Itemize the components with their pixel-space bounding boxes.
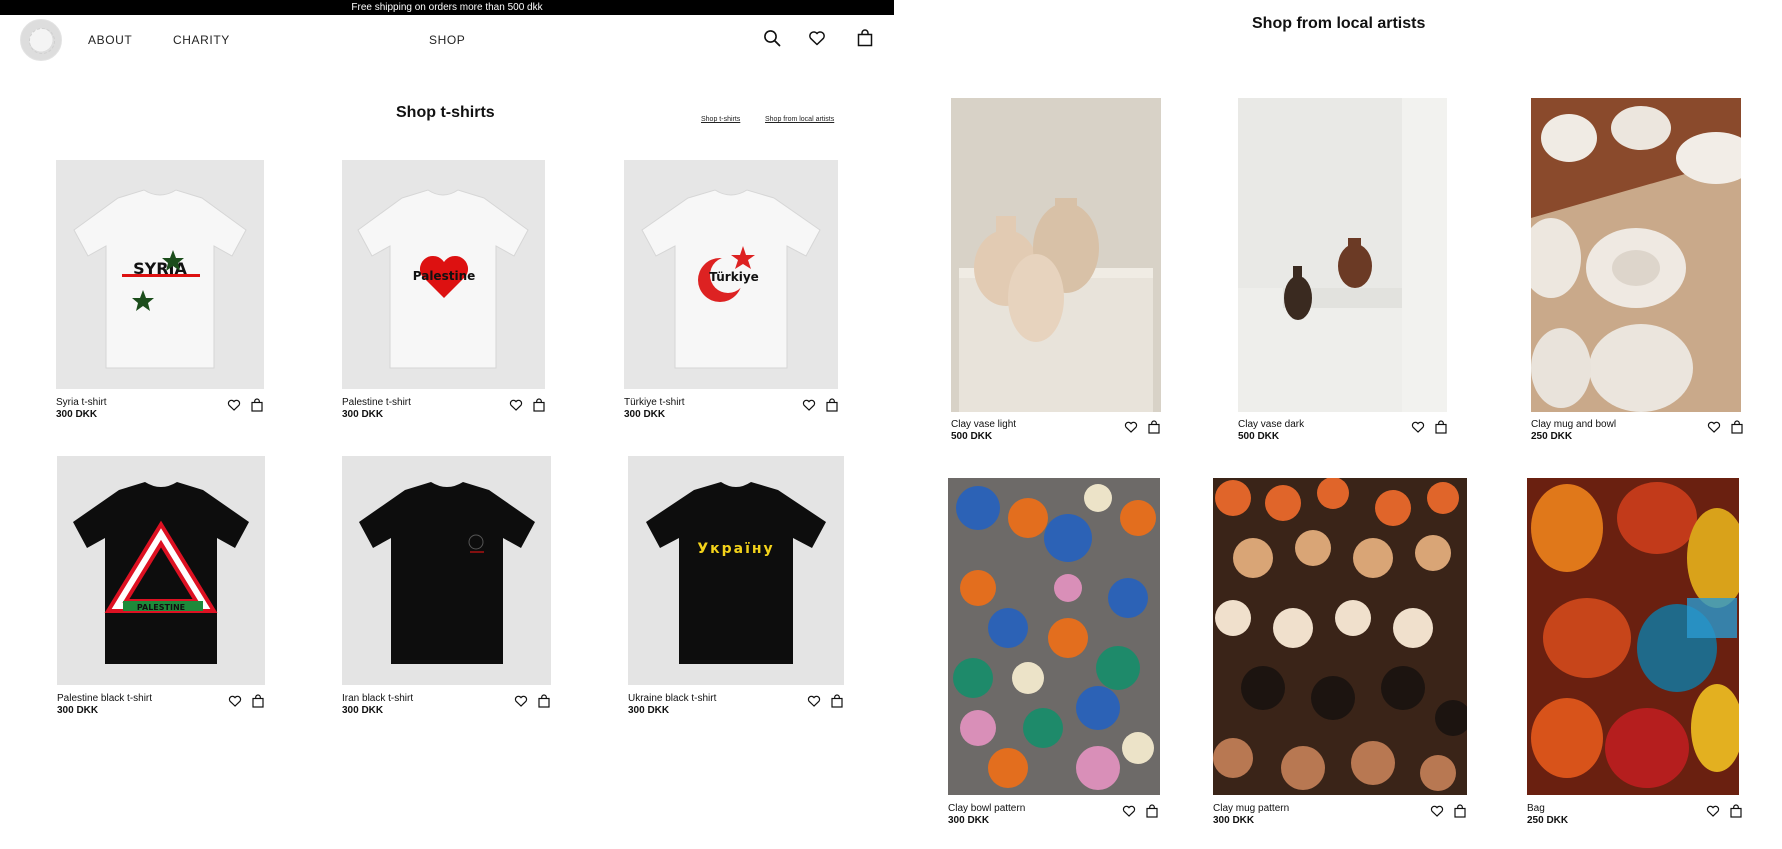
product-name[interactable]: Clay bowl pattern — [948, 803, 1025, 814]
product-name[interactable]: Syria t-shirt — [56, 397, 107, 408]
sub-link-shop-local-artists[interactable]: Shop from local artists — [765, 116, 834, 123]
product-price: 500 DKK — [1238, 431, 1280, 442]
wishlist-heart-icon[interactable] — [1430, 804, 1444, 818]
add-to-bag-icon[interactable] — [1729, 804, 1743, 818]
product-card[interactable]: PALESTINE Palestine black t-shirt 300 DK… — [57, 456, 267, 716]
nav-shop[interactable]: SHOP — [429, 33, 465, 47]
product-price: 300 DKK — [56, 409, 98, 420]
add-to-bag-icon[interactable] — [1434, 420, 1448, 434]
tshirts-section-title: Shop t-shirts — [396, 104, 495, 121]
brand-logo[interactable] — [20, 19, 62, 61]
product-name[interactable]: Clay mug pattern — [1213, 803, 1289, 814]
product-price: 300 DKK — [342, 705, 384, 716]
product-price: 300 DKK — [57, 705, 99, 716]
product-price: 300 DKK — [948, 815, 990, 826]
wishlist-heart-icon[interactable] — [227, 398, 241, 412]
product-image[interactable] — [1238, 98, 1447, 412]
product-image[interactable]: Україну — [628, 456, 844, 685]
search-icon[interactable] — [763, 29, 781, 47]
add-to-bag-icon[interactable] — [1730, 420, 1744, 434]
product-name[interactable]: Bag — [1527, 803, 1545, 814]
svg-text:Türkiye: Türkiye — [709, 270, 759, 284]
product-image[interactable] — [1531, 98, 1741, 412]
add-to-bag-icon[interactable] — [830, 694, 844, 708]
product-name[interactable]: Clay mug and bowl — [1531, 419, 1616, 430]
add-to-bag-icon[interactable] — [251, 694, 265, 708]
product-card[interactable]: Türkiye Türkiye t-shirt 300 DKK — [624, 160, 839, 420]
product-image[interactable] — [948, 478, 1160, 795]
product-card[interactable]: Clay mug and bowl 250 DKK — [1531, 98, 1743, 448]
add-to-bag-icon[interactable] — [1453, 804, 1467, 818]
promo-bar: Free shipping on orders more than 500 dk… — [0, 0, 894, 15]
product-image[interactable] — [1213, 478, 1467, 795]
local-artists-panel: Shop from local artists Clay vase light … — [894, 0, 1782, 849]
add-to-bag-icon[interactable] — [250, 398, 264, 412]
add-to-bag-icon[interactable] — [1147, 420, 1161, 434]
product-price: 300 DKK — [628, 705, 670, 716]
product-card[interactable]: Palestine Palestine t-shirt 300 DKK — [342, 160, 552, 420]
product-name[interactable]: Iran black t-shirt — [342, 693, 413, 704]
nav-charity[interactable]: CHARITY — [173, 33, 230, 47]
svg-text:Україну: Україну — [697, 541, 774, 557]
wishlist-heart-icon[interactable] — [1124, 420, 1138, 434]
heart-icon[interactable] — [808, 29, 826, 47]
artists-section-title: Shop from local artists — [1252, 15, 1426, 32]
product-image[interactable] — [1527, 478, 1739, 795]
product-card[interactable]: Iran black t-shirt 300 DKK — [342, 456, 554, 716]
wishlist-heart-icon[interactable] — [807, 694, 821, 708]
product-name[interactable]: Clay vase dark — [1238, 419, 1304, 430]
bag-icon[interactable] — [856, 29, 874, 47]
product-price: 250 DKK — [1527, 815, 1569, 826]
wishlist-heart-icon[interactable] — [1706, 804, 1720, 818]
product-card[interactable]: Україну Ukraine black t-shirt 300 DKK — [628, 456, 846, 716]
product-image[interactable]: SYRIA — [56, 160, 264, 389]
product-name[interactable]: Türkiye t-shirt — [624, 397, 685, 408]
add-to-bag-icon[interactable] — [537, 694, 551, 708]
add-to-bag-icon[interactable] — [1145, 804, 1159, 818]
sub-link-shop-tshirts[interactable]: Shop t-shirts — [701, 116, 740, 123]
product-name[interactable]: Palestine t-shirt — [342, 397, 411, 408]
product-card[interactable]: Clay mug pattern 300 DKK — [1213, 478, 1469, 832]
product-image[interactable] — [342, 456, 551, 685]
product-image[interactable]: Türkiye — [624, 160, 838, 389]
product-image[interactable]: PALESTINE — [57, 456, 265, 685]
product-image[interactable] — [951, 98, 1161, 412]
wishlist-heart-icon[interactable] — [1411, 420, 1425, 434]
product-card[interactable]: Clay vase light 500 DKK — [951, 98, 1163, 448]
wishlist-heart-icon[interactable] — [1707, 420, 1721, 434]
product-name[interactable]: Ukraine black t-shirt — [628, 693, 716, 704]
add-to-bag-icon[interactable] — [532, 398, 546, 412]
product-card[interactable]: Bag 250 DKK — [1527, 478, 1743, 832]
svg-text:Palestine: Palestine — [413, 269, 476, 283]
product-name[interactable]: Palestine black t-shirt — [57, 693, 152, 704]
product-price: 300 DKK — [624, 409, 666, 420]
product-price: 300 DKK — [342, 409, 384, 420]
wishlist-heart-icon[interactable] — [802, 398, 816, 412]
tshirt-shop-panel: Free shipping on orders more than 500 dk… — [0, 0, 894, 849]
wishlist-heart-icon[interactable] — [1122, 804, 1136, 818]
product-card[interactable]: Clay vase dark 500 DKK — [1238, 98, 1450, 448]
product-name[interactable]: Clay vase light — [951, 419, 1016, 430]
product-price: 300 DKK — [1213, 815, 1255, 826]
product-card[interactable]: SYRIA Syria t-shirt 300 DKK — [56, 160, 266, 420]
product-image[interactable]: Palestine — [342, 160, 545, 389]
add-to-bag-icon[interactable] — [825, 398, 839, 412]
wishlist-heart-icon[interactable] — [509, 398, 523, 412]
page: Free shipping on orders more than 500 dk… — [0, 0, 1782, 849]
product-price: 250 DKK — [1531, 431, 1573, 442]
product-price: 500 DKK — [951, 431, 993, 442]
nav-about[interactable]: ABOUT — [88, 33, 132, 47]
wishlist-heart-icon[interactable] — [228, 694, 242, 708]
wishlist-heart-icon[interactable] — [514, 694, 528, 708]
svg-text:PALESTINE: PALESTINE — [137, 603, 185, 612]
product-card[interactable]: Clay bowl pattern 300 DKK — [948, 478, 1160, 832]
